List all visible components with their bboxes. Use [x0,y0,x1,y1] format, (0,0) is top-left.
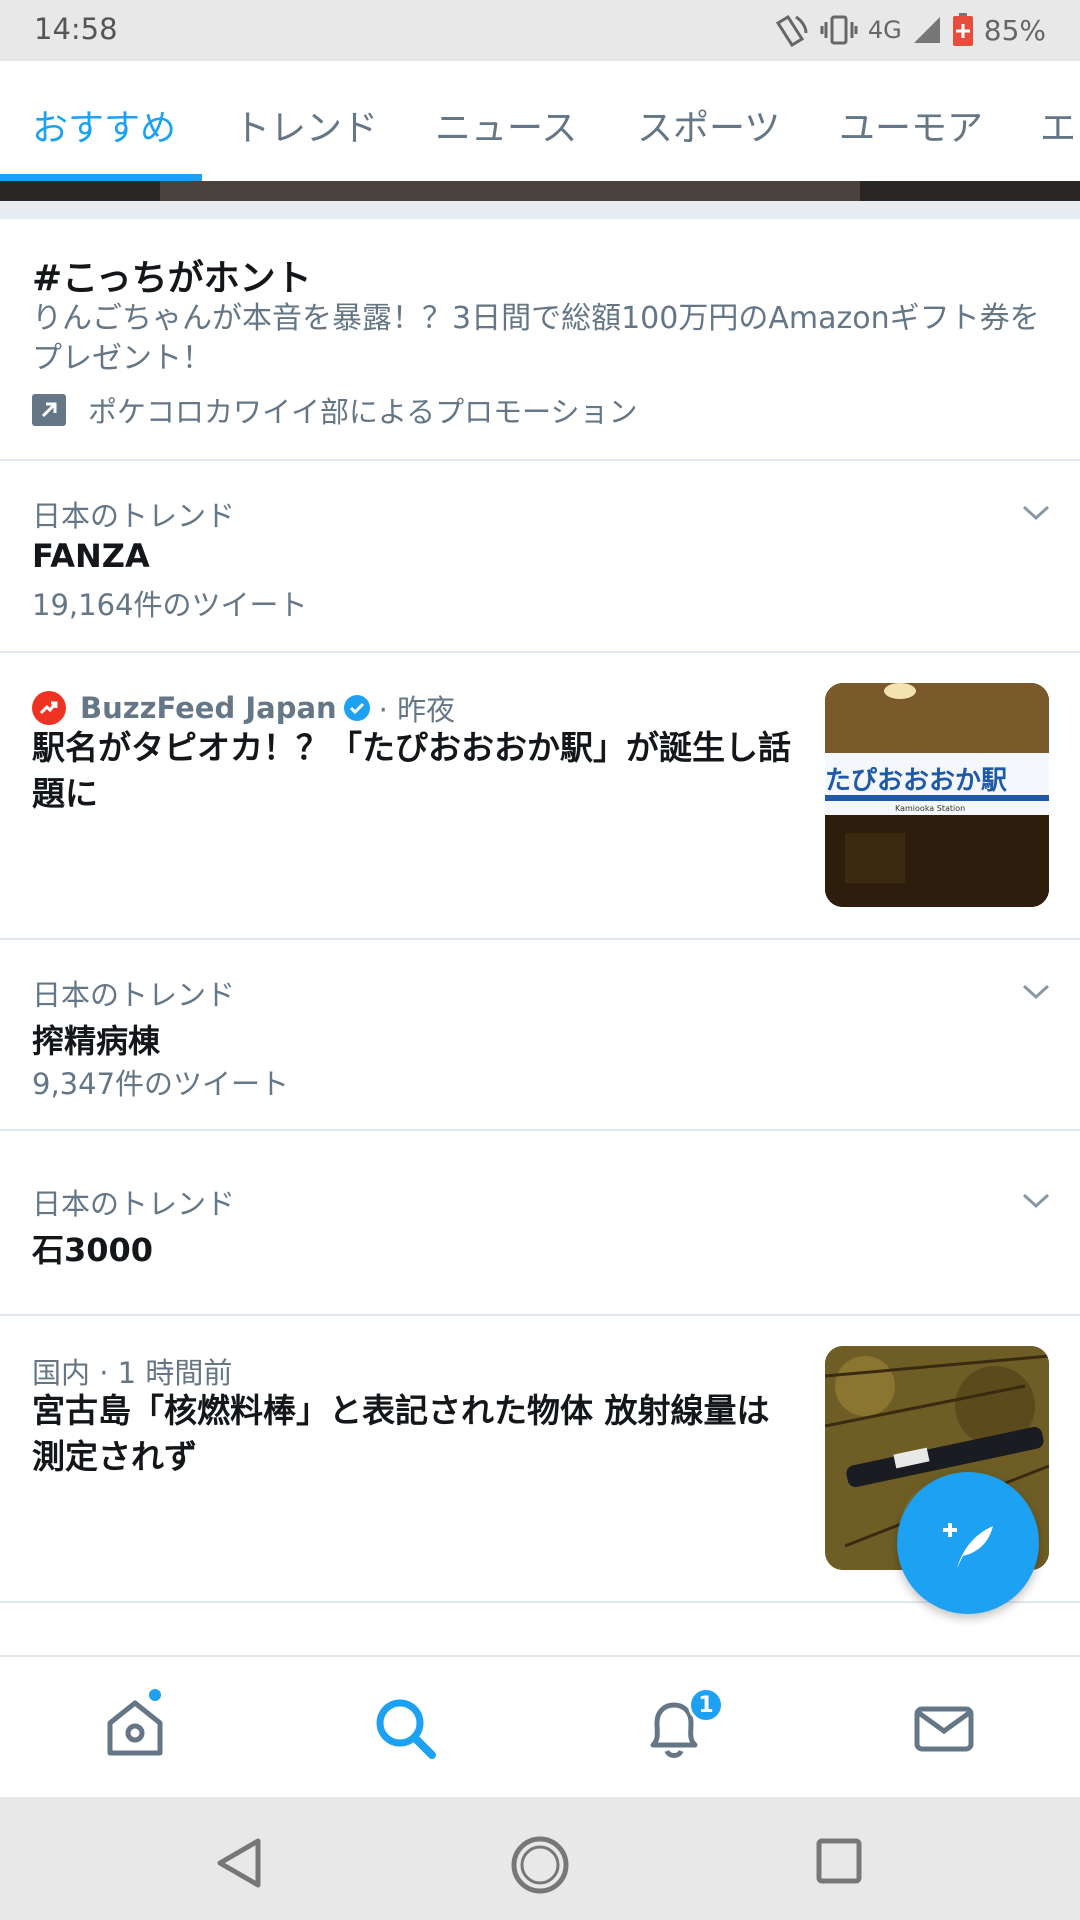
chevron-down-icon[interactable] [1020,982,1052,1002]
section-separator [0,201,1080,219]
compose-tweet-button[interactable] [897,1472,1039,1614]
home-circle-icon[interactable] [508,1835,572,1895]
promoted-arrow-icon [32,394,66,426]
chevron-down-icon[interactable] [1020,503,1052,523]
trend-name: 搾精病棟 [32,1022,161,1060]
promo-attribution: ポケコロカワイイ部によるプロモーション [32,389,638,431]
status-icons: 4G 85% [772,10,1046,50]
home-icon[interactable] [100,1693,170,1763]
news-headline: 駅名がタピオカ！？「たぴおおおか駅」が誕生し話題に [32,728,791,813]
tab-trends[interactable]: トレンド [234,99,378,151]
network-type: 4G [867,16,902,44]
battery-percent: 85% [983,13,1046,47]
notification-badge: 1 [688,1687,724,1723]
trend-name: FANZA [32,537,150,575]
trend-location: 日本のトレンド [32,1187,236,1221]
trend-location: 日本のトレンド [32,978,236,1012]
tweet-count: 19,164件のツイート [32,588,308,622]
explore-tabs: おすすめ トレンド ニュース スポーツ ユーモア エ [0,61,1080,181]
news-thumbnail[interactable]: たぴおおおか駅 Kamiooka Station [825,683,1049,907]
back-icon[interactable] [210,1835,270,1891]
recents-icon[interactable] [813,1835,865,1887]
messages-icon[interactable] [909,1693,979,1763]
station-sign-image: たぴおおおか駅 Kamiooka Station [825,683,1049,907]
news-headline: 宮古島「核燃料棒」と表記された物体 放射線量は測定されず [32,1391,770,1476]
battery-icon [952,13,973,46]
trend-name: 石3000 [32,1231,154,1269]
tweet-count: 9,347件のツイート [32,1067,290,1101]
trend-item[interactable]: 日本のトレンド FANZA 19,164件のツイート [0,461,1080,653]
trend-location: 日本のトレンド [32,499,236,533]
vibrate-icon [820,15,858,45]
search-icon[interactable] [370,1693,440,1763]
news-category-time: 国内 · 1 時間前 [32,1356,233,1390]
buzzfeed-logo-icon [32,691,66,725]
station-sign-text: たぴおおおか駅 [825,766,1007,796]
verified-badge-icon [343,695,370,721]
promoted-trend[interactable]: #こっちがホント りんごちゃんが本音を暴露！？3日間で総額100万円のAmazo… [0,219,1080,461]
trend-item[interactable]: 日本のトレンド 搾精病棟 9,347件のツイート [0,940,1080,1131]
tab-entertainment[interactable]: エ [1040,99,1076,151]
status-bar: 14:58 4G 85% [0,0,1080,61]
status-time: 14:58 [34,12,118,46]
active-tab-indicator [0,174,202,181]
tab-recommended[interactable]: おすすめ [32,99,176,151]
compose-feather-icon [943,1523,993,1568]
promo-description: りんごちゃんが本音を暴露！？3日間で総額100万円のAmazonギフト券をプレゼ… [32,301,1040,376]
signal-icon [913,17,940,43]
news-time: · 昨夜 [378,693,456,727]
tab-humor[interactable]: ユーモア [839,99,983,151]
news-source: BuzzFeed Japan · 昨夜 [32,687,455,729]
tab-sports[interactable]: スポーツ [637,99,780,151]
promo-by-label: ポケコロカワイイ部によるプロモーション [88,395,638,429]
bottom-navigation [0,1655,1080,1797]
nfc-icon [775,14,808,47]
chevron-down-icon[interactable] [1020,1191,1052,1211]
source-name[interactable]: BuzzFeed Japan [80,691,337,725]
hero-image-edge [0,181,1080,201]
android-navigation-bar [0,1797,1080,1920]
trend-item[interactable]: 日本のトレンド 石3000 [0,1131,1080,1316]
tab-news[interactable]: ニュース [435,99,577,151]
news-item[interactable]: BuzzFeed Japan · 昨夜 駅名がタピオカ！？「たぴおおおか駅」が誕… [0,653,1080,940]
promo-title: #こっちがホント [32,258,312,299]
home-unread-dot [147,1687,163,1703]
station-sign-subtext: Kamiooka Station [895,804,965,813]
